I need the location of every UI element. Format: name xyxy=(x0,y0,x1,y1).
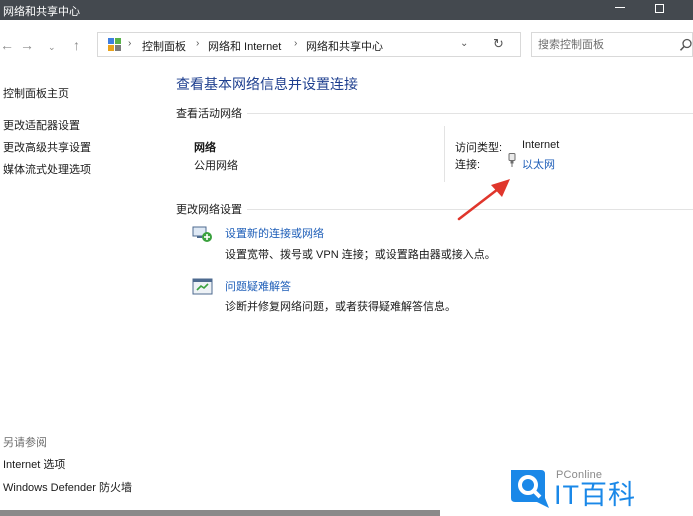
sidebar-item-change-adapter-settings[interactable]: 更改适配器设置 xyxy=(3,117,80,133)
minimize-icon xyxy=(615,7,625,9)
see-also-title: 另请参阅 xyxy=(3,437,47,449)
maximize-button[interactable] xyxy=(641,0,677,20)
see-also-internet-options[interactable]: Internet 选项 xyxy=(3,456,65,472)
network-type: 公用网络 xyxy=(194,160,238,172)
recent-locations-button[interactable]: ⌄ xyxy=(48,39,56,55)
back-button[interactable]: ← xyxy=(0,37,14,53)
ethernet-connection-link[interactable]: 以太网 xyxy=(522,156,555,172)
connection-label: 连接: xyxy=(455,159,481,171)
setup-new-connection-description: 设置宽带、拨号或 VPN 连接；或设置路由器或接入点。 xyxy=(225,249,496,261)
search-box[interactable] xyxy=(531,32,693,57)
setup-new-connection-link[interactable]: 设置新的连接或网络 xyxy=(225,225,324,241)
control-panel-icon xyxy=(108,38,121,51)
network-divider xyxy=(444,126,445,182)
breadcrumb-separator: › xyxy=(128,38,132,49)
up-button[interactable]: ↑ xyxy=(73,37,80,53)
troubleshoot-icon xyxy=(192,278,213,295)
title-bar: 网络和共享中心 xyxy=(0,0,693,20)
ethernet-icon xyxy=(508,153,516,167)
watermark-it-baike-text: IT百科 xyxy=(554,480,636,510)
access-type-value: Internet xyxy=(522,139,560,151)
minimize-button[interactable] xyxy=(602,0,638,20)
maximize-icon xyxy=(654,4,664,13)
search-input[interactable] xyxy=(538,37,668,53)
page-title: 查看基本网络信息并设置连接 xyxy=(176,76,358,92)
forward-button[interactable]: → xyxy=(20,37,34,53)
search-icon xyxy=(679,38,692,51)
breadcrumb-control-panel[interactable]: 控制面板 xyxy=(142,38,186,54)
see-also-windows-defender-firewall[interactable]: Windows Defender 防火墙 xyxy=(3,479,132,495)
refresh-button[interactable]: ↻ xyxy=(493,36,504,52)
new-connection-icon xyxy=(192,226,212,242)
breadcrumb-separator: › xyxy=(196,38,200,49)
annotation-arrow-icon xyxy=(457,179,510,221)
breadcrumb-separator: › xyxy=(294,38,298,49)
change-settings-title: 更改网络设置 xyxy=(176,204,242,216)
troubleshoot-problems-link[interactable]: 问题疑难解答 xyxy=(225,278,291,294)
breadcrumb-network-sharing-center[interactable]: 网络和共享中心 xyxy=(306,38,383,54)
horizontal-scrollbar[interactable] xyxy=(0,510,440,516)
active-networks-title: 查看活动网络 xyxy=(176,108,242,120)
sidebar-item-control-panel-home[interactable]: 控制面板主页 xyxy=(3,85,69,101)
address-dropdown-button[interactable]: ⌄ xyxy=(460,38,468,49)
pconline-logo-icon xyxy=(511,470,549,508)
address-bar[interactable]: › 控制面板 › 网络和 Internet › 网络和共享中心 ⌄ ↻ xyxy=(97,32,521,57)
sidebar-item-media-streaming[interactable]: 媒体流式处理选项 xyxy=(3,161,91,177)
breadcrumb-network-internet[interactable]: 网络和 Internet xyxy=(208,38,281,54)
window-title: 网络和共享中心 xyxy=(3,6,80,18)
network-name: 网络 xyxy=(194,142,216,154)
navigation-bar: ← → ⌄ ↑ › 控制面板 › 网络和 Internet › 网络和共享中心 … xyxy=(0,20,693,70)
section-divider xyxy=(247,113,693,114)
access-type-label: 访问类型: xyxy=(455,142,503,154)
troubleshoot-problems-description: 诊断并修复网络问题，或者获得疑难解答信息。 xyxy=(225,301,456,313)
sidebar-item-change-advanced-sharing[interactable]: 更改高级共享设置 xyxy=(3,139,91,155)
